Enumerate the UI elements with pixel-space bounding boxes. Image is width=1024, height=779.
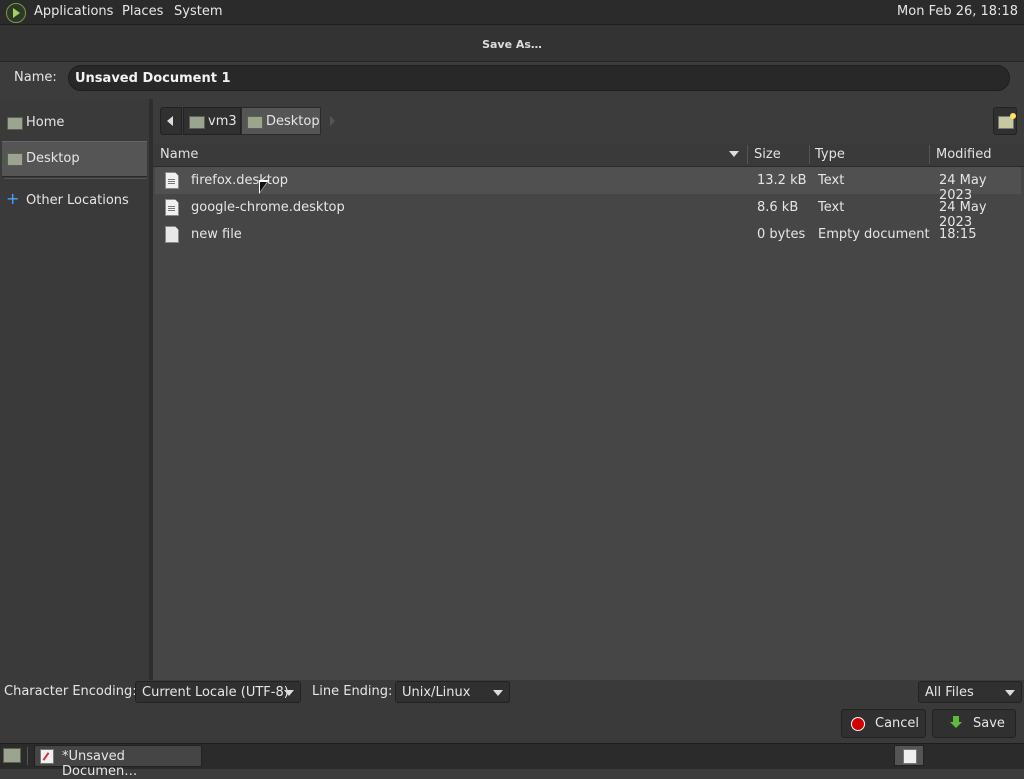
path-crumb-desktop[interactable]: Desktop	[241, 107, 321, 135]
save-button[interactable]: Save	[932, 709, 1016, 738]
sidebar-item-home[interactable]: Home	[2, 106, 147, 140]
line-ending-value: Unix/Linux	[402, 685, 471, 700]
column-header-name[interactable]: Name	[160, 147, 198, 162]
file-row[interactable]: google-chrome.desktop 8.6 kB Text 24 May…	[155, 194, 1021, 230]
chevron-right-icon	[330, 116, 335, 126]
file-filter-value: All Files	[925, 685, 974, 700]
sidebar-item-label: Other Locations	[26, 193, 129, 208]
file-row[interactable]: new file 0 bytes Empty document 18:15	[155, 221, 1021, 248]
cancel-icon	[851, 717, 865, 731]
empty-file-icon	[165, 226, 179, 243]
crumb-label: vm3	[208, 114, 237, 129]
line-ending-select[interactable]: Unix/Linux	[395, 681, 510, 703]
file-modified: 18:15	[939, 227, 977, 242]
column-header-size[interactable]: Size	[754, 147, 781, 162]
file-name: new file	[191, 227, 242, 242]
file-row[interactable]: firefox.desktop 13.2 kB Text 24 May 2023	[155, 167, 1021, 203]
column-divider[interactable]	[929, 145, 930, 164]
top-panel: Applications Places System Mon Feb 26, 1…	[0, 0, 1024, 25]
places-sidebar: Home Desktop + Other Locations	[0, 99, 153, 680]
text-editor-icon	[40, 749, 54, 764]
file-type: Text	[818, 173, 845, 188]
path-crumb-vm3[interactable]: vm3	[183, 107, 241, 135]
encoding-label: Character Encoding:	[4, 684, 137, 699]
file-name: google-chrome.desktop	[191, 200, 345, 215]
desktop-folder-icon	[247, 116, 263, 129]
column-divider[interactable]	[809, 145, 810, 164]
show-desktop-icon[interactable]	[3, 748, 21, 763]
sidebar-item-label: Desktop	[26, 151, 80, 166]
column-header-modified[interactable]: Modified	[936, 147, 991, 162]
line-ending-label: Line Ending:	[312, 684, 393, 699]
file-name: firefox.desktop	[191, 173, 289, 188]
file-list-header: Name Size Type Modified	[153, 143, 1024, 167]
home-folder-icon	[189, 116, 205, 129]
dropdown-arrow-icon	[493, 690, 503, 696]
taskbar-window-button[interactable]: *Unsaved Documen…	[34, 745, 202, 779]
path-back-button[interactable]	[160, 107, 182, 135]
encoding-select[interactable]: Current Locale (UTF-8)	[135, 681, 301, 703]
clock[interactable]: Mon Feb 26, 18:18	[897, 4, 1018, 19]
chevron-left-icon	[167, 116, 173, 126]
desktop-folder-icon	[7, 153, 23, 166]
cancel-button[interactable]: Cancel	[841, 709, 926, 738]
dropdown-arrow-icon	[1005, 690, 1015, 696]
file-type: Text	[818, 200, 845, 215]
workspace-switcher-icon[interactable]	[894, 745, 924, 766]
save-download-icon	[950, 716, 962, 728]
name-label: Name:	[14, 70, 57, 85]
column-header-type[interactable]: Type	[815, 147, 845, 162]
taskbar-separator	[27, 747, 28, 765]
save-label: Save	[973, 716, 1005, 731]
text-file-icon	[165, 172, 179, 189]
menu-places[interactable]: Places	[122, 4, 163, 19]
file-type: Empty document	[818, 227, 930, 242]
file-size: 13.2 kB	[757, 173, 807, 188]
encoding-value: Current Locale (UTF-8)	[142, 685, 289, 700]
distro-logo-icon[interactable]	[6, 3, 26, 23]
plus-icon: +	[6, 189, 20, 208]
sidebar-separator	[4, 178, 147, 179]
home-folder-icon	[7, 117, 23, 130]
sidebar-item-other-locations[interactable]: + Other Locations	[2, 184, 147, 218]
cancel-label: Cancel	[875, 716, 920, 731]
taskbar-window-title: *Unsaved Documen…	[62, 749, 138, 779]
file-filter-select[interactable]: All Files	[918, 681, 1022, 703]
dialog-title: Save As…	[482, 38, 542, 51]
sidebar-item-desktop[interactable]: Desktop	[2, 141, 147, 177]
new-folder-icon	[998, 113, 1016, 129]
sidebar-item-label: Home	[26, 115, 65, 130]
filename-input[interactable]	[68, 65, 1010, 91]
file-size: 8.6 kB	[757, 200, 799, 215]
file-size: 0 bytes	[757, 227, 806, 242]
text-file-icon	[165, 199, 179, 216]
dialog-title-bar[interactable]: Save As…	[0, 25, 1024, 62]
crumb-label: Desktop	[266, 114, 320, 129]
create-folder-button[interactable]	[993, 107, 1017, 135]
column-divider[interactable]	[747, 145, 748, 164]
menu-system[interactable]: System	[174, 4, 222, 19]
sort-descending-icon[interactable]	[729, 151, 739, 157]
dropdown-arrow-icon	[284, 690, 294, 696]
menu-applications[interactable]: Applications	[34, 4, 113, 19]
path-forward-button[interactable]	[322, 107, 344, 135]
